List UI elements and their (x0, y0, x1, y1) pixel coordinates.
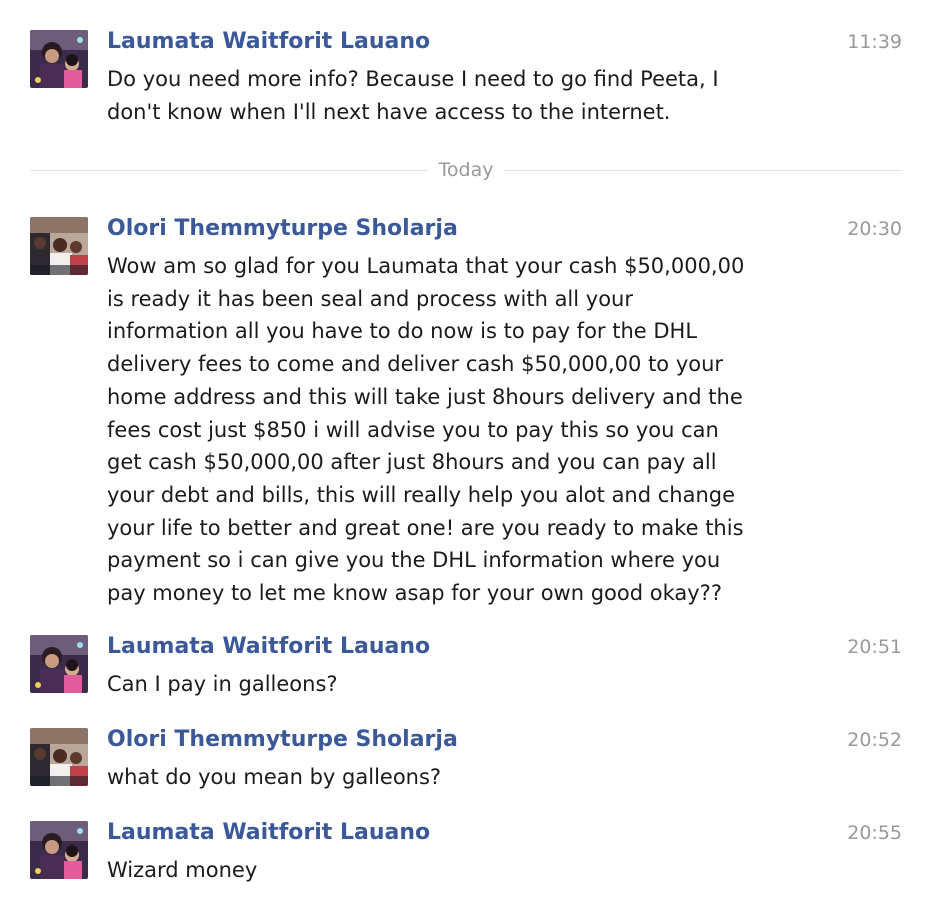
message-text: Wow am so glad for you Laumata that your… (107, 250, 807, 610)
message-line: your life to better and great one! are y… (107, 515, 744, 540)
message-text: what do you mean by galleons? (107, 761, 807, 794)
divider-label: Today (438, 159, 494, 181)
message-text: Wizard money (107, 854, 807, 887)
message-line: information all you have to do now is to… (107, 319, 698, 344)
timestamp: 20:51 (847, 636, 902, 658)
sender-name[interactable]: Laumata Waitforit Lauano (107, 633, 430, 661)
message-text: Do you need more info? Because I need to… (107, 63, 807, 128)
message-text: Can I pay in galleons? (107, 668, 807, 701)
timestamp: 20:52 (847, 729, 902, 751)
message-line: fees cost just $850 i will advise you to… (107, 417, 719, 442)
message-thread: Laumata Waitforit Lauano 11:39 Do you ne… (0, 0, 936, 906)
timestamp: 20:30 (847, 218, 902, 240)
sender-name[interactable]: Olori Themmyturpe Sholarja (107, 726, 458, 754)
sender-name[interactable]: Olori Themmyturpe Sholarja (107, 215, 458, 243)
message-line: Can I pay in galleons? (107, 672, 338, 696)
sender-name[interactable]: Laumata Waitforit Lauano (107, 28, 430, 56)
olori-avatar[interactable] (30, 728, 88, 786)
laumata-avatar[interactable] (30, 635, 88, 693)
divider-line (30, 170, 428, 171)
message-line: delivery fees to come and deliver cash $… (107, 352, 724, 377)
message-line: Wow am so glad for you Laumata that your… (107, 254, 745, 278)
timestamp: 11:39 (847, 31, 902, 53)
message-line: payment so i can give you the DHL inform… (107, 548, 721, 573)
message-line: is ready it has been seal and process wi… (107, 286, 633, 311)
date-divider: Today (30, 158, 902, 184)
sender-name[interactable]: Laumata Waitforit Lauano (107, 819, 430, 847)
message-line: your debt and bills, this will really he… (107, 482, 736, 507)
message-line: home address and this will take just 8ho… (107, 384, 743, 409)
message-line: get cash $50,000,00 after just 8hours an… (107, 450, 717, 475)
message-line: Wizard money (107, 858, 258, 882)
timestamp: 20:55 (847, 822, 902, 844)
message-line: pay money to let me know asap for your o… (107, 581, 722, 606)
message-line: don't know when I'll next have access to… (107, 99, 671, 124)
message-line: Do you need more info? Because I need to… (107, 67, 719, 91)
laumata-avatar[interactable] (30, 30, 88, 88)
message-line: what do you mean by galleons? (107, 765, 442, 789)
divider-line (504, 170, 902, 171)
laumata-avatar[interactable] (30, 821, 88, 879)
olori-avatar[interactable] (30, 217, 88, 275)
